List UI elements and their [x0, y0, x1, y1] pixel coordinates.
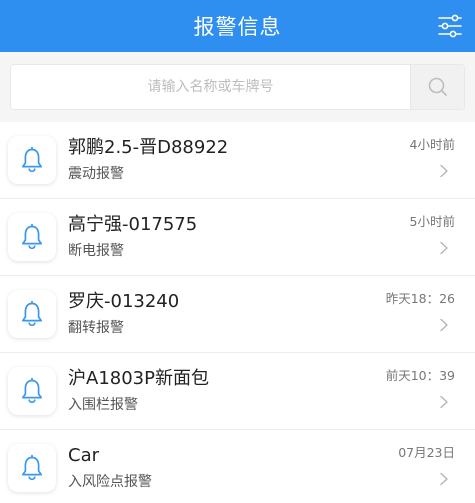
chevron-right-icon: [440, 164, 448, 178]
bell-icon: [8, 290, 56, 338]
bell-icon: [8, 367, 56, 415]
alarm-list-item[interactable]: 罗庆-013240 翻转报警 昨天18：26: [0, 276, 475, 353]
chevron-right-icon: [440, 241, 448, 255]
chevron-right-icon: [440, 318, 448, 332]
alarm-list-item[interactable]: 沪A1803P新面包 入围栏报警 前天10：39: [0, 353, 475, 430]
alarm-type: 震动报警: [68, 166, 124, 182]
alarm-type: 入围栏报警: [68, 397, 138, 413]
search-box: [10, 64, 465, 110]
bell-icon: [8, 136, 56, 184]
bell-icon: [8, 213, 56, 261]
alarm-list-item[interactable]: 高宁强-017575 断电报警 5小时前: [0, 199, 475, 276]
search-input[interactable]: [11, 65, 410, 109]
alarm-time: 5小时前: [409, 214, 455, 229]
chevron-right-icon: [440, 395, 448, 409]
bell-icon: [8, 444, 56, 492]
filter-sliders-icon[interactable]: [437, 14, 463, 38]
search-icon: [428, 77, 447, 96]
app-header: 报警信息: [0, 0, 475, 52]
page-title: 报警信息: [193, 15, 282, 39]
alarm-time: 前天10：39: [385, 368, 455, 383]
chevron-right-icon: [440, 472, 448, 486]
alarm-time: 4小时前: [409, 137, 455, 152]
search-button[interactable]: [410, 65, 464, 109]
alarm-type: 入风险点报警: [68, 474, 152, 490]
alarm-type: 断电报警: [68, 243, 124, 259]
alarm-list-item[interactable]: 郭鹏2.5-晋D88922 震动报警 4小时前: [0, 122, 475, 199]
alarm-time: 07月23日: [398, 445, 455, 460]
alarm-type: 翻转报警: [68, 320, 124, 336]
alarm-list-item[interactable]: Car 入风险点报警 07月23日: [0, 430, 475, 503]
alarm-list: 郭鹏2.5-晋D88922 震动报警 4小时前 高宁强-017575 断电报警 …: [0, 122, 475, 503]
search-bar: [0, 52, 475, 122]
alarm-time: 昨天18：26: [385, 291, 455, 306]
